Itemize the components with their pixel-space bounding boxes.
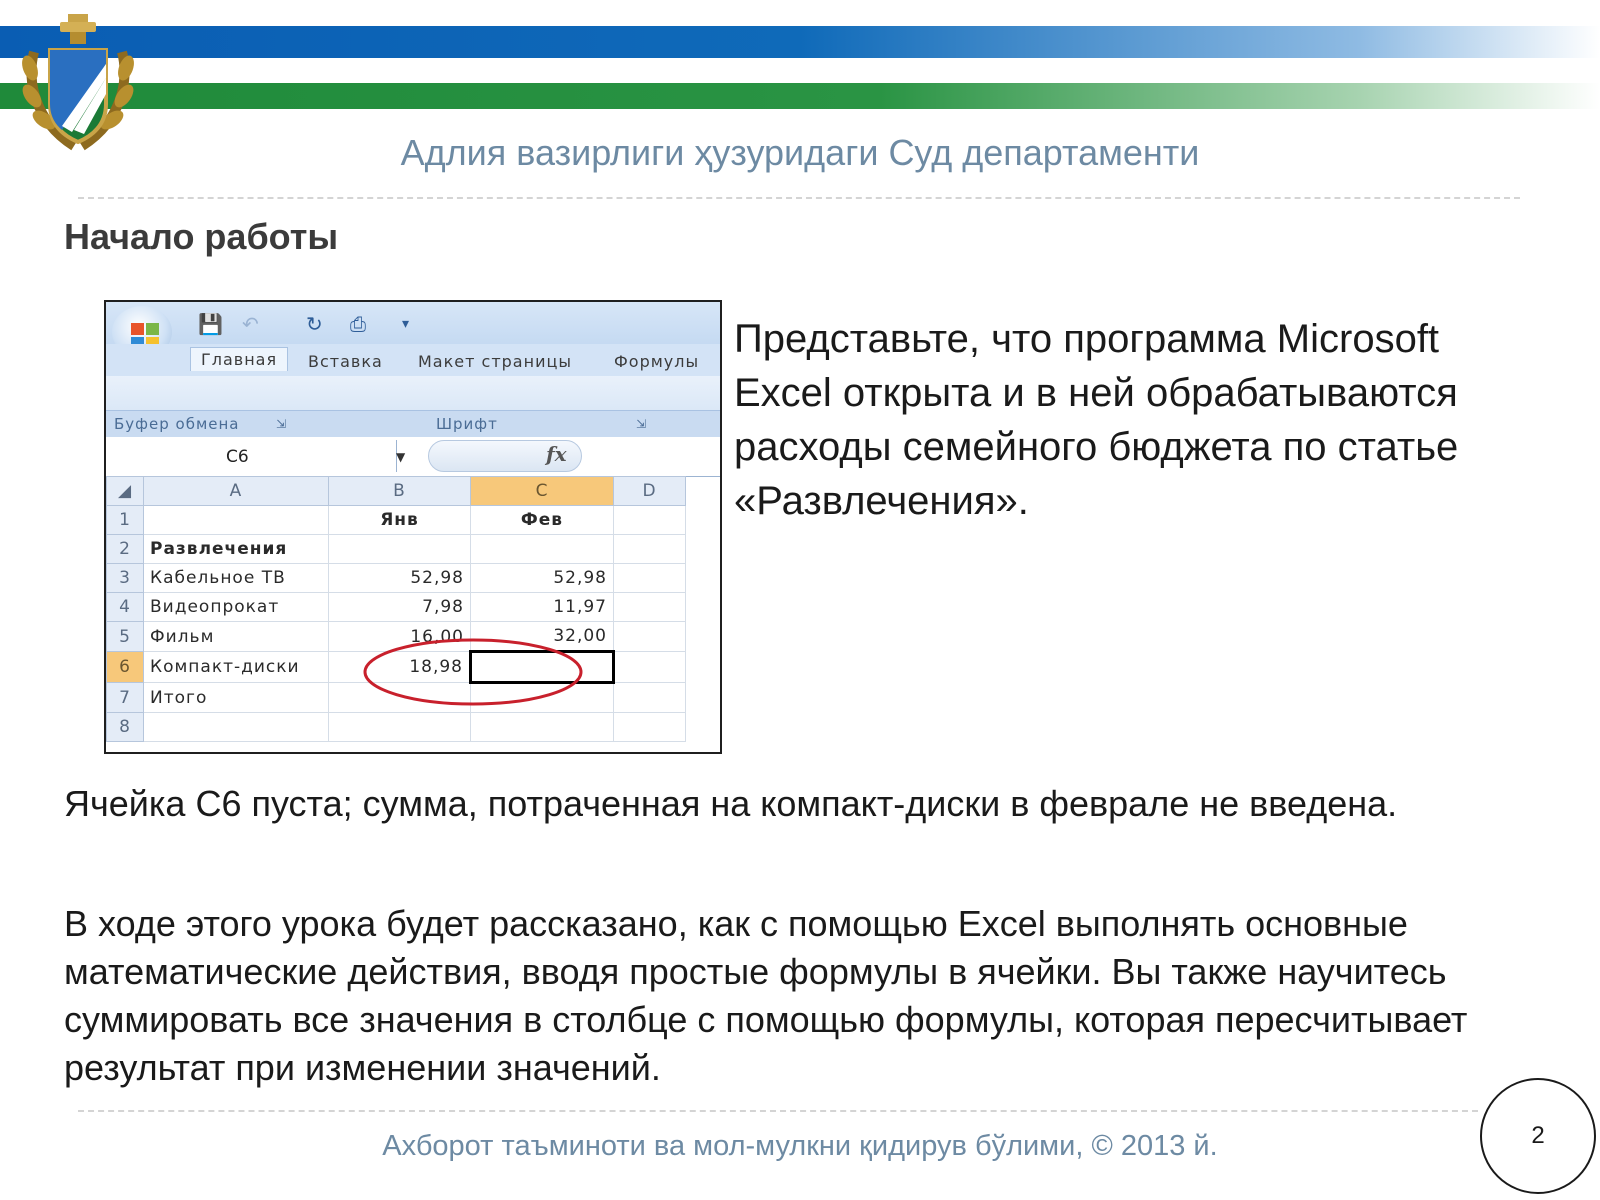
select-all-corner[interactable]: ◢ (106, 476, 144, 506)
highlight-oval (363, 638, 583, 706)
cell[interactable]: Фильм (143, 621, 329, 652)
column-header-c[interactable]: C (470, 476, 614, 506)
cell[interactable] (613, 592, 686, 622)
cell[interactable] (470, 534, 614, 564)
cell[interactable]: Фев (470, 505, 614, 535)
save-icon[interactable]: 💾 (198, 312, 223, 336)
quick-access-toolbar: 💾 ↶ ↻ ⎙ ▾ (106, 302, 720, 344)
cell[interactable]: Янв (328, 505, 471, 535)
cell[interactable]: Итого (143, 682, 329, 713)
redo-icon[interactable]: ↻ (306, 312, 323, 336)
tab-insert[interactable]: Вставка (308, 352, 383, 371)
row-header[interactable]: 5 (106, 621, 144, 652)
cell[interactable] (613, 682, 686, 713)
row-header[interactable]: 6 (106, 651, 144, 683)
table-row: 4 Видеопрокат 7,98 11,97 (106, 592, 686, 622)
cell[interactable] (328, 534, 471, 564)
cell[interactable]: 7,98 (328, 592, 471, 622)
tab-home[interactable]: Главная (190, 347, 289, 371)
cell[interactable]: Кабельное ТВ (143, 563, 329, 593)
cell[interactable] (143, 505, 329, 535)
name-box-value: C6 (226, 447, 249, 467)
undo-icon[interactable]: ↶ (242, 312, 259, 336)
tab-formulas[interactable]: Формулы (614, 352, 699, 371)
row-header[interactable]: 7 (106, 682, 144, 713)
column-header-a[interactable]: A (143, 476, 329, 506)
row-header[interactable]: 4 (106, 592, 144, 622)
print-icon[interactable]: ⎙ (350, 312, 366, 336)
row-header[interactable]: 8 (106, 712, 144, 742)
group-clipboard-label: Буфер обмена (114, 415, 240, 433)
tab-page-layout[interactable]: Макет страницы (418, 352, 572, 371)
cell[interactable] (613, 621, 686, 652)
row-header[interactable]: 2 (106, 534, 144, 564)
name-box-dropdown-icon[interactable]: ▼ (396, 450, 405, 464)
cell[interactable] (613, 651, 686, 683)
page-number: 2 (1480, 1078, 1596, 1194)
ribbon-group-bar: Буфер обмена ⇲ Шрифт ⇲ (106, 410, 720, 437)
table-row: 1 Янв Фев (106, 505, 686, 535)
table-row: 8 (106, 712, 686, 742)
font-launcher-icon[interactable]: ⇲ (636, 417, 647, 431)
cell[interactable] (613, 534, 686, 564)
cell[interactable]: 11,97 (470, 592, 614, 622)
group-font-label: Шрифт (436, 415, 498, 433)
cell[interactable]: 52,98 (470, 563, 614, 593)
ribbon-commands (106, 376, 720, 410)
ribbon-tabs: Главная Вставка Макет страницы Формулы (106, 344, 720, 376)
footer-divider (78, 1110, 1478, 1112)
name-box[interactable]: C6 (106, 440, 397, 472)
column-header-b[interactable]: B (328, 476, 471, 506)
cell[interactable] (613, 563, 686, 593)
insert-function-icon[interactable]: fx (546, 442, 567, 466)
clipboard-launcher-icon[interactable]: ⇲ (276, 417, 287, 431)
slide-title: Начало работы (64, 216, 339, 257)
paragraph-empty-cell: Ячейка С6 пуста; сумма, потраченная на к… (64, 783, 1398, 824)
table-row: 2 Развлечения (106, 534, 686, 564)
column-header-row: ◢ A B C D (106, 476, 686, 506)
header-green-band (0, 83, 1600, 109)
cell[interactable] (613, 505, 686, 535)
paragraph-lesson-overview: В ходе этого урока будет рассказано, как… (64, 903, 1468, 1088)
table-row: 3 Кабельное ТВ 52,98 52,98 (106, 563, 686, 593)
header-divider (78, 197, 1520, 199)
cell[interactable] (328, 712, 471, 742)
org-title: Адлия вазирлиги ҳузуридаги Суд департаме… (400, 132, 1200, 173)
formula-bar: C6 ▼ fx (106, 438, 720, 477)
cell[interactable] (470, 712, 614, 742)
cell[interactable]: Компакт-диски (143, 651, 329, 683)
row-header[interactable]: 3 (106, 563, 144, 593)
cell[interactable]: Видеопрокат (143, 592, 329, 622)
column-header-d[interactable]: D (613, 476, 686, 506)
row-header[interactable]: 1 (106, 505, 144, 535)
header-blue-band (0, 26, 1600, 58)
cell[interactable]: Развлечения (143, 534, 329, 564)
cell[interactable] (613, 712, 686, 742)
cell[interactable]: 52,98 (328, 563, 471, 593)
intro-text: Представьте, что программа Microsoft Exc… (734, 317, 1459, 523)
customize-toolbar-icon[interactable]: ▾ (402, 316, 409, 332)
footer-text: Ахборот таъминоти ва мол-мулкни қидирув … (382, 1130, 1218, 1162)
cell[interactable] (143, 712, 329, 742)
